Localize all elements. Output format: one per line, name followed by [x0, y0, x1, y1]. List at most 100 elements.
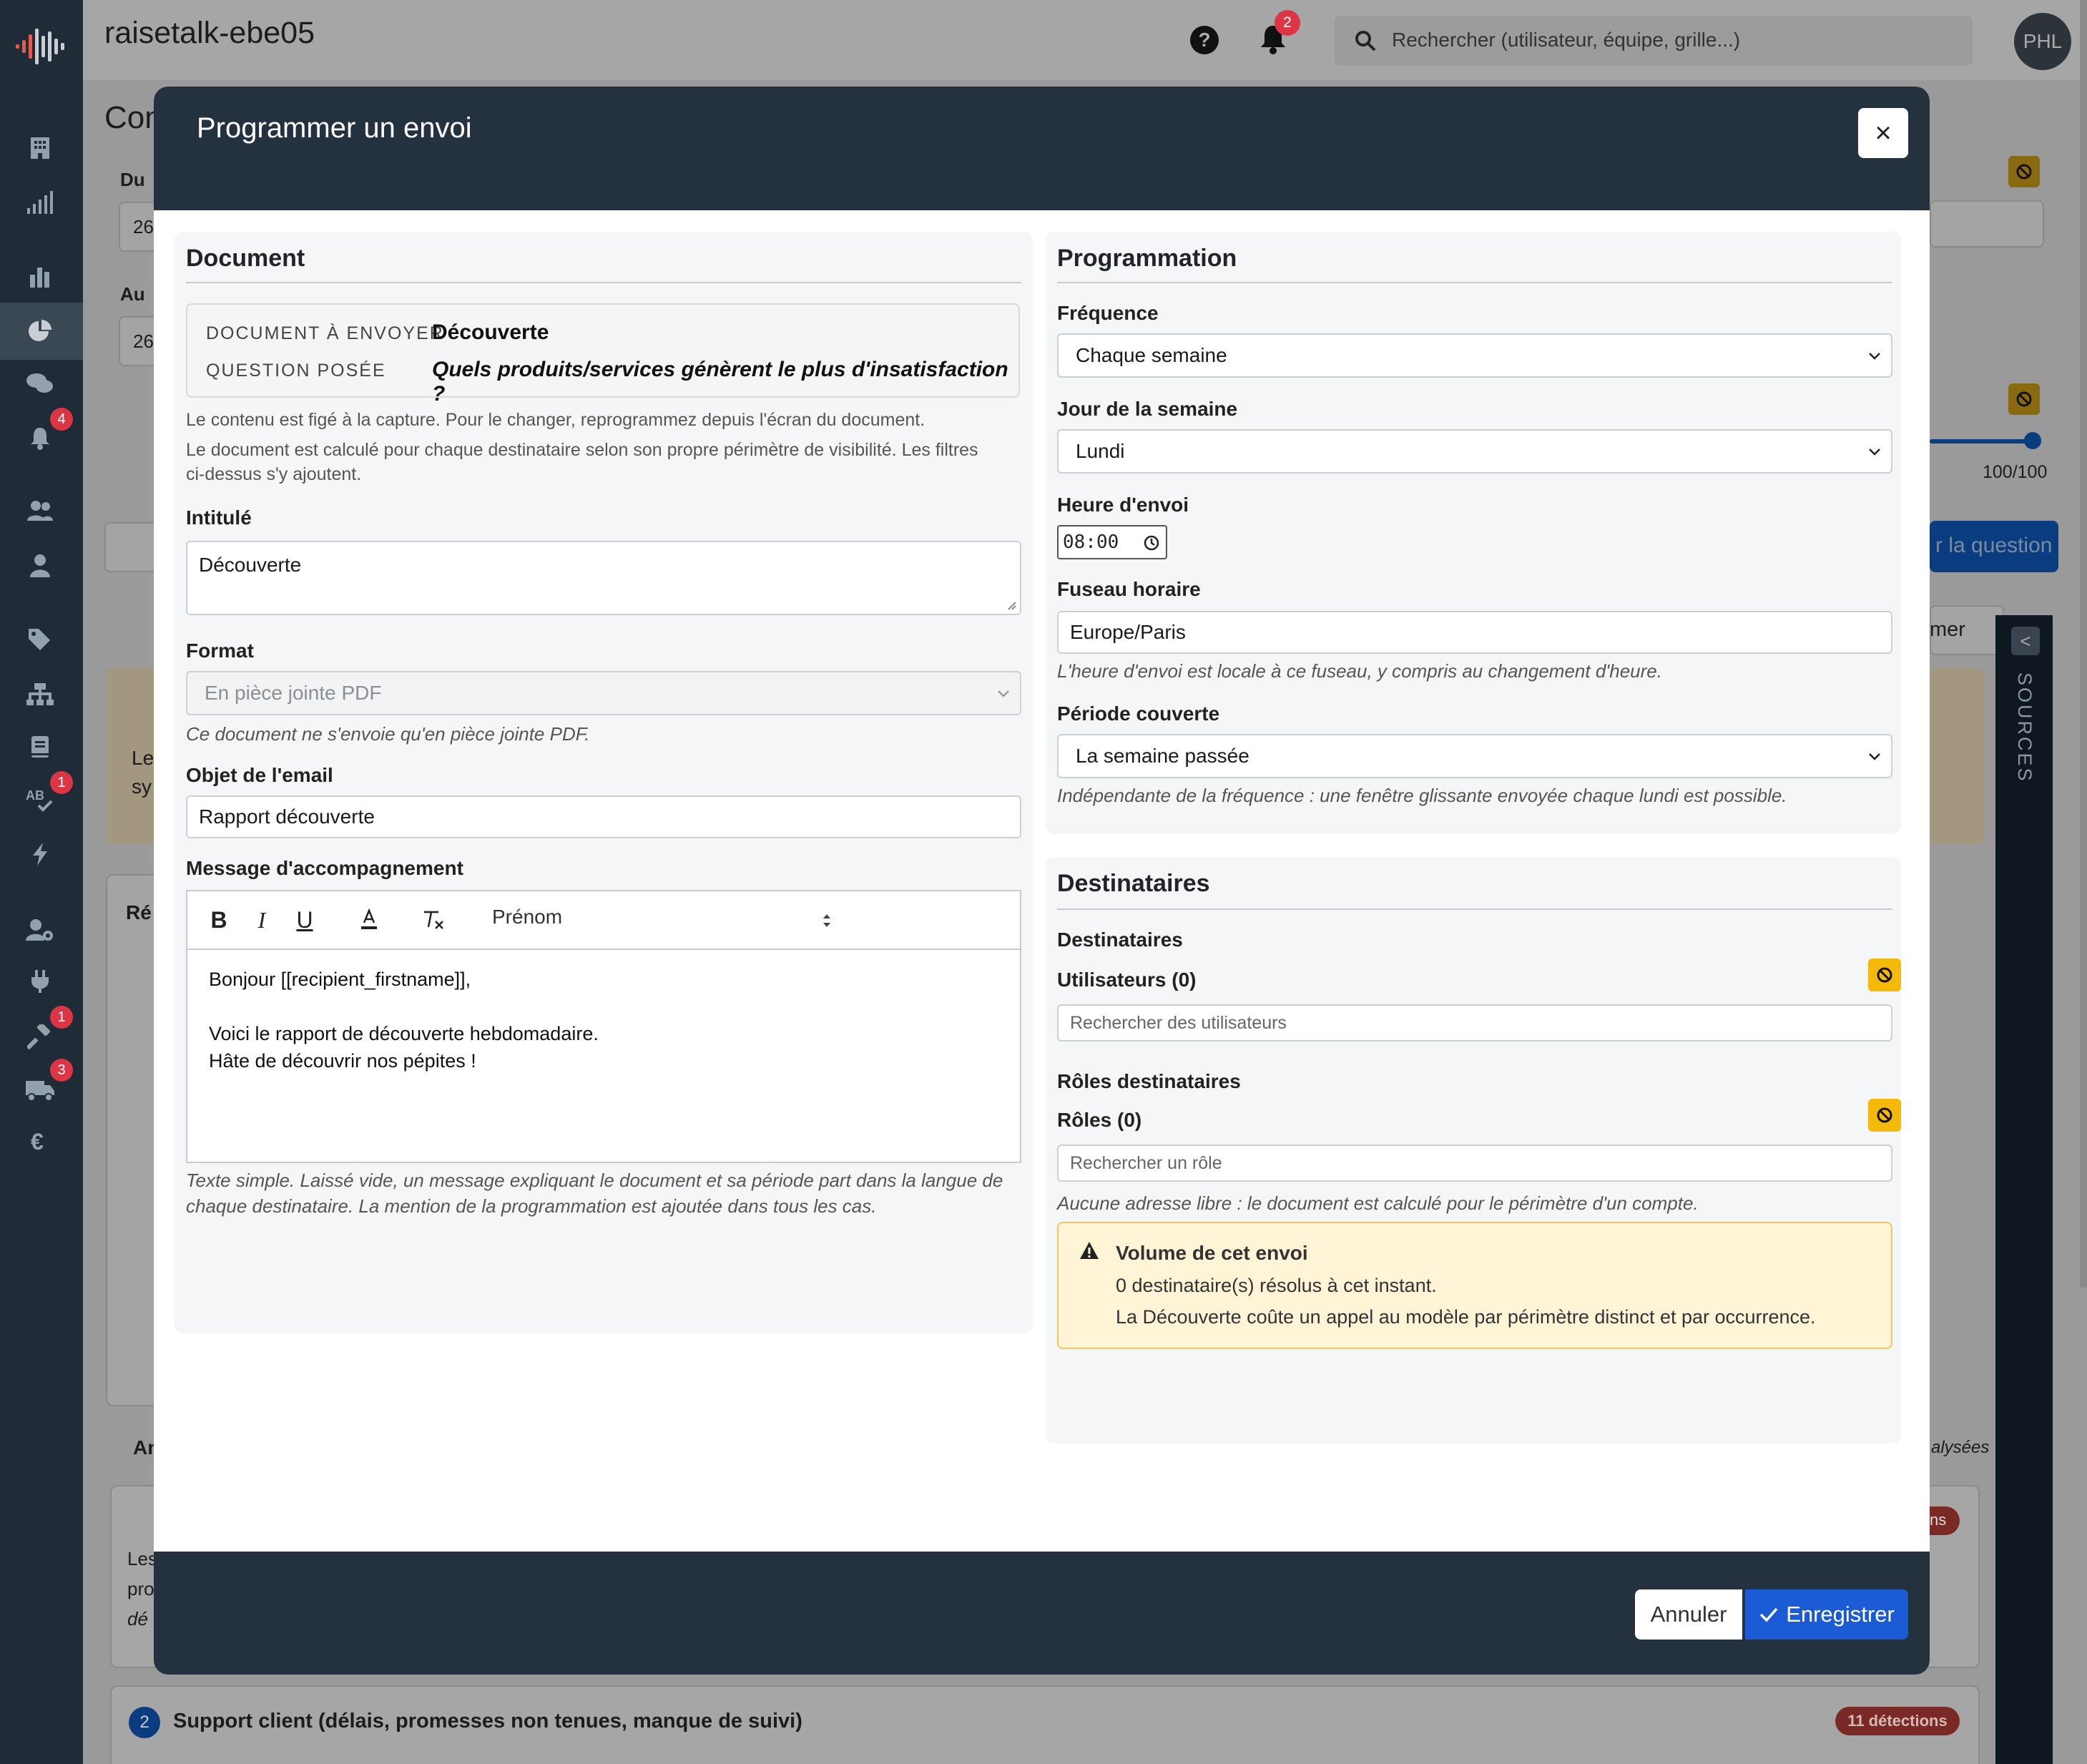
sidebar: 4 AB 1 1 3 € [0, 0, 83, 1764]
euro-icon[interactable]: € [24, 1126, 56, 1157]
delivery-truck-icon[interactable] [24, 1074, 56, 1106]
notifications-icon[interactable] [24, 422, 56, 454]
close-button[interactable]: × [1858, 108, 1908, 158]
bg-item2-badge: 11 détections [1835, 1707, 1960, 1735]
chevron-down-icon [998, 690, 1009, 697]
subject-input[interactable]: Rapport découverte [186, 795, 1021, 838]
building-icon[interactable] [24, 132, 56, 164]
subject-label: Objet de l'email [186, 764, 333, 786]
time-input-value: 08:00 [1063, 531, 1119, 553]
help-icon[interactable]: ? [1190, 26, 1219, 54]
message-label: Message d'accompagnement [186, 857, 463, 879]
chevron-down-icon [1869, 353, 1880, 360]
message-help-2: chaque destinataire. La mention de la pr… [186, 1195, 877, 1217]
bg-slider-value: 100/100 [1983, 462, 2048, 482]
roles-disable-button[interactable] [1868, 1099, 1901, 1132]
editor-toolbar: B I U Prénom [187, 891, 1020, 950]
roles-search-placeholder: Rechercher un rôle [1070, 1152, 1222, 1173]
bg-input [1930, 200, 2044, 248]
user-settings-icon[interactable] [24, 914, 56, 946]
plug-icon[interactable] [24, 966, 56, 997]
notification-count-badge: 2 [1275, 10, 1300, 36]
period-select[interactable]: La semaine passée [1057, 734, 1892, 778]
clock-icon [1144, 535, 1159, 551]
users-disable-button[interactable] [1868, 959, 1901, 991]
document-help-2a: Le document est calculé pour chaque dest… [186, 440, 978, 460]
global-search[interactable]: Rechercher (utilisateur, équipe, grille.… [1335, 16, 1973, 66]
subject-input-value: Rapport découverte [199, 805, 375, 828]
clear-format-icon[interactable] [419, 906, 448, 934]
period-help: Indépendante de la fréquence : une fenêt… [1057, 785, 1787, 806]
bg-from-label: Du [120, 169, 145, 190]
format-help: Ce document ne s'envoie qu'en pièce join… [186, 723, 590, 745]
period-label: Période couverte [1057, 702, 1220, 725]
ab-test-badge: 1 [50, 771, 73, 794]
bold-icon[interactable]: B [205, 906, 233, 934]
timezone-input[interactable]: Europe/Paris [1057, 611, 1892, 654]
bar-chart-icon[interactable] [24, 261, 56, 293]
time-label: Heure d'envoi [1057, 494, 1189, 516]
day-select[interactable]: Lundi [1057, 429, 1892, 474]
bg-disable-icon-2 [2008, 383, 2040, 415]
editor-line: Voici le rapport de découverte hebdomada… [209, 1023, 599, 1044]
document-help-2b: ci-dessus s'y ajoutent. [186, 464, 362, 484]
team-icon[interactable] [24, 495, 56, 526]
page-scrollbar[interactable] [2080, 0, 2087, 1288]
app-logo[interactable] [16, 26, 69, 67]
bolt-icon[interactable] [24, 838, 56, 870]
chevron-down-icon [1869, 753, 1880, 760]
bg-card-line2: sy [132, 775, 152, 798]
user-icon[interactable] [24, 549, 56, 581]
bg-item2-title: Support client (délais, promesses non te… [173, 1710, 802, 1733]
cancel-button[interactable]: Annuler [1635, 1589, 1742, 1640]
bg-slider-thumb [2024, 432, 2041, 449]
sources-label: SOURCES [2014, 672, 2036, 783]
message-editor[interactable]: B I U Prénom Bonjour [[recipient_firstna… [186, 890, 1021, 1163]
users-search-input[interactable]: Rechercher des utilisateurs [1057, 1004, 1892, 1042]
title-textarea-value: Découverte [199, 554, 302, 576]
bg-item2-number: 2 [129, 1707, 160, 1738]
bg-to-label: Au [120, 283, 145, 305]
variable-select[interactable]: Prénom [492, 906, 562, 928]
sources-toggle-icon[interactable]: < [2011, 627, 2040, 655]
volume-warning-line2: La Découverte coûte un appel au modèle p… [1116, 1306, 1816, 1328]
roles-search-input[interactable]: Rechercher un rôle [1057, 1145, 1892, 1182]
modal-title: Programmer un envoi [197, 112, 472, 144]
bg-from-value: 26 [133, 216, 154, 237]
schedule-modal: Programmer un envoi × Document DOCUMENT … [154, 87, 1930, 1675]
timezone-help: L'heure d'envoi est locale à ce fuseau, … [1057, 660, 1662, 682]
chat-bubbles-icon[interactable] [24, 368, 56, 399]
underline-icon[interactable]: U [290, 906, 319, 934]
format-select[interactable]: En pièce jointe PDF [186, 671, 1021, 715]
avatar[interactable]: PHL [2014, 13, 2071, 70]
frequency-select[interactable]: Chaque semaine [1057, 333, 1892, 378]
signal-bars-icon[interactable] [24, 186, 56, 217]
bg-item1-line3: dé [127, 1608, 148, 1630]
resize-handle-icon [1008, 602, 1016, 610]
text-color-icon[interactable] [355, 906, 383, 934]
tags-icon[interactable] [24, 624, 56, 655]
recipients-section-title: Destinataires [1057, 870, 1210, 897]
time-input[interactable]: 08:00 [1057, 525, 1167, 559]
doc-key: DOCUMENT À ENVOYER [206, 323, 444, 343]
italic-icon[interactable]: I [247, 906, 276, 934]
ab-test-icon[interactable]: AB [24, 784, 56, 815]
pie-chart-icon[interactable] [24, 315, 56, 347]
users-search-placeholder: Rechercher des utilisateurs [1070, 1012, 1287, 1033]
ban-icon [1877, 1107, 1892, 1123]
sources-panel [1995, 615, 2053, 1764]
editor-body[interactable]: Bonjour [[recipient_firstname]], Voici l… [209, 966, 599, 1074]
book-icon[interactable] [24, 731, 56, 763]
title-textarea[interactable]: Découverte [186, 541, 1021, 615]
bg-slider-track [1930, 439, 2033, 444]
schedule-divider [1057, 282, 1892, 283]
question-key: QUESTION POSÉE [206, 361, 386, 381]
document-section-title: Document [186, 245, 305, 272]
tools-icon[interactable] [24, 1021, 56, 1053]
save-button-label: Enregistrer [1786, 1602, 1895, 1627]
search-icon [1355, 31, 1376, 52]
modal-footer: Annuler Enregistrer [154, 1552, 1930, 1675]
hierarchy-icon[interactable] [24, 678, 56, 710]
save-button[interactable]: Enregistrer [1745, 1589, 1908, 1640]
bg-item1-line1: Les [127, 1548, 157, 1569]
